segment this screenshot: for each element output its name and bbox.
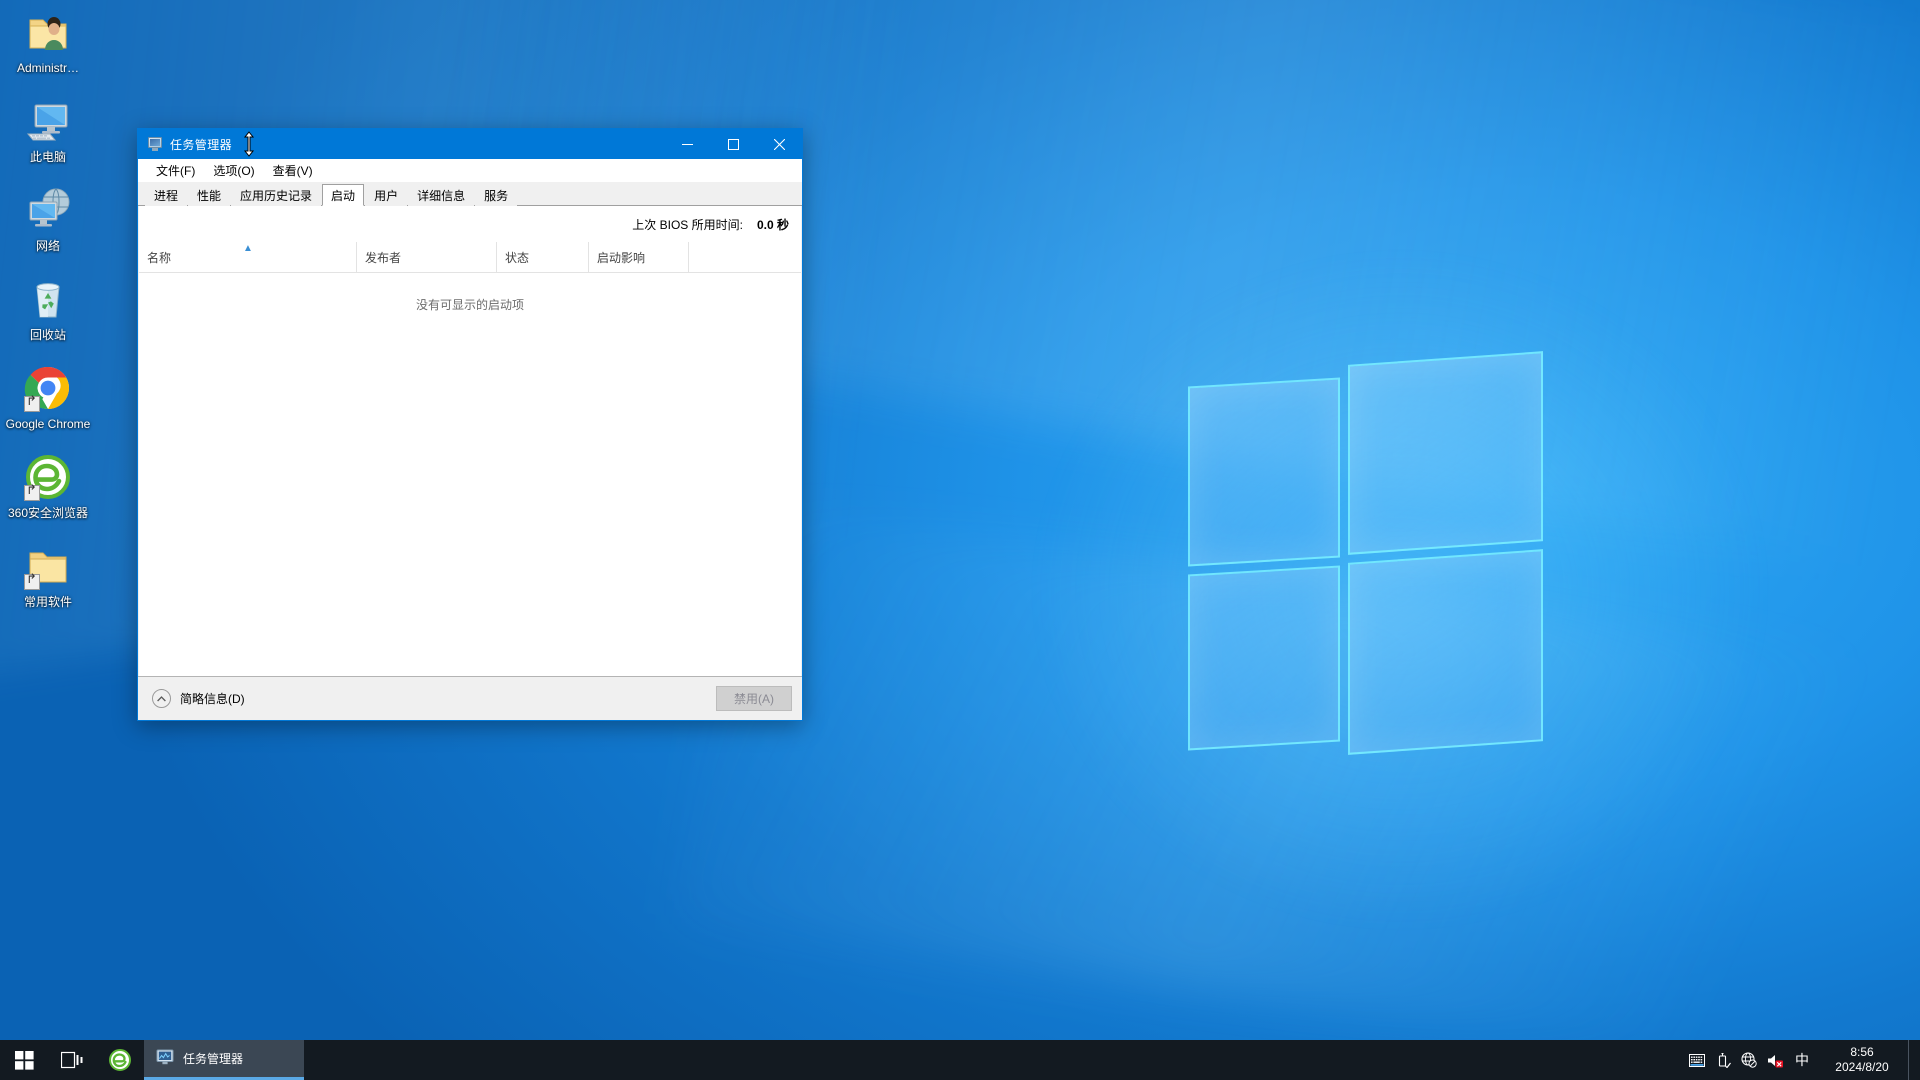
column-header-filler[interactable] — [689, 242, 801, 272]
logo-pane-bottom-right — [1348, 549, 1543, 755]
column-header-label: 名称 — [147, 250, 172, 265]
minimize-button[interactable] — [664, 129, 710, 159]
tab-performance[interactable]: 性能 — [188, 184, 231, 206]
desktop-icon-label: Administr… — [16, 61, 79, 75]
windows-start-icon — [14, 1050, 34, 1070]
desktop-icon-user-folder[interactable]: Administr… — [4, 8, 92, 75]
column-header-row: 名称 ▲ 发布者 状态 启动影响 — [139, 242, 801, 273]
startup-item-list[interactable]: 没有可显示的启动项 — [139, 273, 801, 676]
desktop-icon-label: 此电脑 — [29, 150, 66, 164]
desktop-icon-recycle-bin[interactable]: 回收站 — [4, 275, 92, 342]
column-header-startup-impact[interactable]: 启动影响 — [589, 242, 689, 272]
desktop-icon-label: Google Chrome — [5, 417, 91, 431]
window-title: 任务管理器 — [170, 137, 233, 152]
resize-vertical-cursor — [243, 131, 255, 157]
bios-time-value: 0.0 秒 — [756, 217, 789, 232]
system-tray: 中 8:56 2024/8/20 — [1684, 1040, 1920, 1080]
wallpaper-windows-logo — [1188, 351, 1543, 755]
task-manager-window[interactable]: 任务管理器 文件(F) 选项(O) 查看(V) 进程 性能 应用历史记录 启动 … — [137, 128, 803, 721]
ime-chinese-icon[interactable]: 中 — [1788, 1040, 1816, 1080]
task-view-icon — [61, 1051, 83, 1069]
desktop-icon-grid: Administr… 此电脑 网络 回收站 ↰ Google Chrome ↰ … — [0, 8, 96, 631]
taskbar-browser-button[interactable] — [96, 1040, 144, 1080]
desktop-icon-label: 网络 — [35, 239, 60, 253]
taskbar-clock[interactable]: 8:56 2024/8/20 — [1816, 1040, 1908, 1080]
desktop[interactable]: Administr… 此电脑 网络 回收站 ↰ Google Chrome ↰ … — [0, 0, 1920, 1080]
column-header-label: 启动影响 — [597, 250, 646, 265]
tab-strip: 进程 性能 应用历史记录 启动 用户 详细信息 服务 — [138, 182, 802, 206]
startup-tab-panel: 上次 BIOS 所用时间: 0.0 秒 名称 ▲ 发布者 状态 启动影响 没有可… — [138, 206, 802, 676]
tab-app-history[interactable]: 应用历史记录 — [231, 184, 322, 206]
desktop-icon-label: 常用软件 — [23, 595, 72, 609]
tab-processes[interactable]: 进程 — [145, 184, 188, 206]
logo-pane-bottom-left — [1188, 565, 1340, 751]
taskbar-button-label: 任务管理器 — [183, 1052, 244, 1066]
clock-time: 8:56 — [1850, 1045, 1874, 1059]
menu-file[interactable]: 文件(F) — [147, 160, 204, 181]
desktop-icon-label: 360安全浏览器 — [7, 506, 89, 520]
shortcut-overlay-icon — [24, 396, 40, 412]
logo-pane-top-left — [1188, 377, 1340, 567]
maximize-button[interactable] — [710, 129, 756, 159]
360-browser-icon — [24, 453, 72, 501]
logo-pane-top-right — [1348, 351, 1543, 555]
window-controls — [664, 129, 802, 159]
show-desktop-button[interactable] — [1908, 1040, 1916, 1080]
google-chrome-icon — [24, 364, 72, 412]
task-manager-icon — [147, 136, 163, 152]
tab-users[interactable]: 用户 — [365, 184, 408, 206]
touch-keyboard-icon[interactable] — [1684, 1040, 1710, 1080]
menu-view[interactable]: 查看(V) — [264, 160, 322, 181]
column-header-name[interactable]: 名称 ▲ — [139, 242, 357, 272]
bios-time-row: 上次 BIOS 所用时间: 0.0 秒 — [139, 206, 801, 242]
chevron-up-icon — [152, 689, 171, 708]
tab-services[interactable]: 服务 — [475, 184, 518, 206]
network-disconnected-icon[interactable] — [1736, 1040, 1762, 1080]
column-header-label: 状态 — [505, 250, 530, 265]
window-footer: 简略信息(D) 禁用(A) — [138, 676, 802, 720]
desktop-icon-network[interactable]: 网络 — [4, 186, 92, 253]
tab-startup[interactable]: 启动 — [322, 184, 365, 206]
folder-icon — [24, 542, 72, 590]
desktop-icon-label: 回收站 — [29, 328, 66, 342]
tab-details[interactable]: 详细信息 — [408, 184, 475, 206]
menu-options[interactable]: 选项(O) — [204, 160, 263, 181]
this-pc-icon — [24, 97, 72, 145]
disable-button[interactable]: 禁用(A) — [716, 686, 792, 711]
bios-time-label: 上次 BIOS 所用时间: — [632, 217, 743, 232]
clock-date: 2024/8/20 — [1835, 1060, 1889, 1074]
360-browser-icon — [109, 1049, 131, 1071]
recycle-bin-icon — [24, 275, 72, 323]
safely-remove-usb-icon[interactable] — [1710, 1040, 1736, 1080]
shortcut-overlay-icon — [24, 574, 40, 590]
desktop-icon-google-chrome[interactable]: Google Chrome — [4, 364, 92, 431]
taskbar-button-task-manager[interactable]: 任务管理器 — [144, 1040, 304, 1080]
volume-muted-icon[interactable] — [1762, 1040, 1788, 1080]
task-view-button[interactable] — [48, 1040, 96, 1080]
window-titlebar[interactable]: 任务管理器 — [138, 129, 802, 159]
fewer-details-label: 简略信息(D) — [180, 692, 245, 706]
column-header-status[interactable]: 状态 — [497, 242, 589, 272]
desktop-icon-this-pc[interactable]: 此电脑 — [4, 97, 92, 164]
shortcut-overlay-icon — [24, 485, 40, 501]
fewer-details-button[interactable]: 简略信息(D) — [152, 689, 245, 708]
task-manager-icon — [156, 1048, 174, 1069]
taskbar[interactable]: 任务管理器 中 8:56 2024/8/20 — [0, 1040, 1920, 1080]
desktop-icon-common-software[interactable]: 常用软件 — [4, 542, 92, 609]
column-header-label: 发布者 — [365, 250, 402, 265]
empty-list-message: 没有可显示的启动项 — [415, 298, 524, 312]
network-icon — [24, 186, 72, 234]
menu-bar: 文件(F) 选项(O) 查看(V) — [138, 159, 802, 182]
column-header-publisher[interactable]: 发布者 — [357, 242, 497, 272]
close-button[interactable] — [756, 129, 802, 159]
desktop-icon-360-browser[interactable]: 360安全浏览器 — [4, 453, 92, 520]
sort-ascending-icon: ▲ — [243, 243, 253, 254]
user-folder-icon — [24, 8, 72, 56]
start-button[interactable] — [0, 1040, 48, 1080]
